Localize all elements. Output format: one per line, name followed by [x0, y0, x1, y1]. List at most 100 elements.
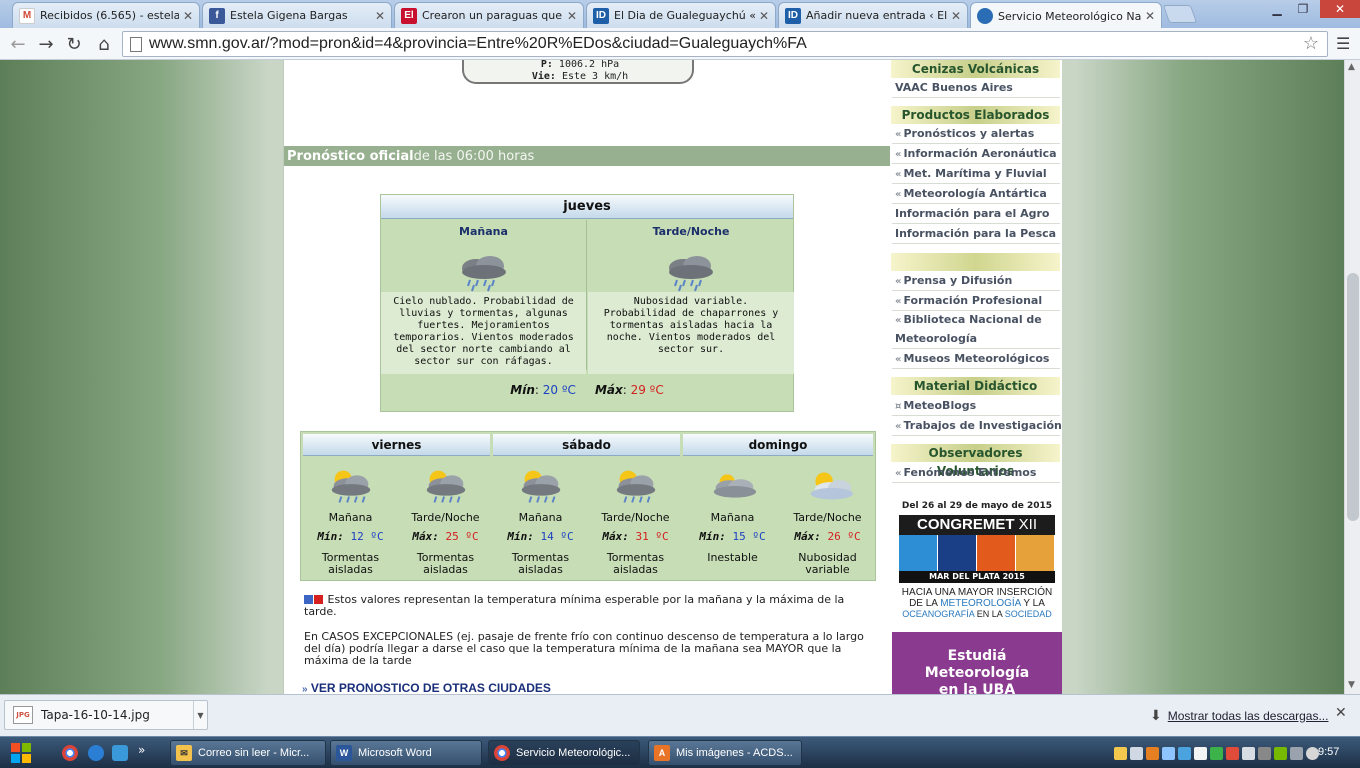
close-icon[interactable]: ✕: [1145, 9, 1155, 23]
download-item[interactable]: JPG Tapa-16-10-14.jpg ▼: [4, 700, 208, 730]
banner-tiles: [899, 535, 1055, 571]
sidebar-item-pronosticos[interactable]: «Pronósticos y alertas: [892, 124, 1060, 144]
clipboard-tray-icon[interactable]: [1194, 746, 1207, 760]
tab-strip: M Recibidos (6.565) - estelagig✕ f Estel…: [0, 0, 1360, 29]
download-filename: Tapa-16-10-14.jpg: [41, 708, 150, 722]
sidebar: Cenizas Volcánicas VAAC Buenos Aires Pro…: [891, 60, 1062, 694]
reload-icon[interactable]: ↻: [62, 32, 86, 56]
forward-icon[interactable]: →: [34, 32, 58, 56]
close-shelf-icon[interactable]: ✕: [1335, 705, 1347, 721]
day-header: viernes: [303, 434, 490, 456]
today-day-title: jueves: [381, 195, 793, 219]
usb-icon[interactable]: [1258, 746, 1271, 760]
smn-icon: [977, 8, 993, 24]
sidebar-item-prensa[interactable]: «Prensa y Difusión: [892, 271, 1060, 291]
tab-gmail[interactable]: M Recibidos (6.565) - estelagig✕: [12, 2, 200, 28]
address-bar[interactable]: www.smn.gov.ar/?mod=pron&id=4&provincia=…: [122, 31, 1328, 57]
temp-label: Máx:: [602, 530, 629, 543]
mail-tray-icon[interactable]: [1114, 746, 1127, 760]
sidebar-item-maritima[interactable]: «Met. Marítima y Fluvial: [892, 164, 1060, 184]
taskbar-chrome[interactable]: Servicio Meteorológic...: [488, 740, 640, 766]
sidebar-item-aeronautica[interactable]: «Información Aeronáutica: [892, 144, 1060, 164]
other-cities-link[interactable]: » VER PRONOSTICO DE OTRAS CIUDADES: [302, 681, 551, 694]
sidebar-item-biblioteca[interactable]: «Biblioteca Nacional de Meteorología: [892, 311, 1060, 349]
acdsee-icon: A: [654, 745, 670, 761]
app-tray-icon[interactable]: [1146, 746, 1159, 760]
dropbox-icon[interactable]: [1162, 746, 1175, 760]
tab-smn[interactable]: Servicio Meteorológico Nacio✕: [970, 2, 1162, 29]
close-icon[interactable]: ✕: [567, 9, 577, 23]
maximize-icon[interactable]: ❐: [1288, 0, 1318, 18]
close-icon[interactable]: ✕: [183, 9, 193, 23]
doc-tray-icon[interactable]: [1130, 746, 1143, 760]
chevron-down-icon[interactable]: ▼: [193, 701, 207, 729]
chrome-icon[interactable]: [62, 745, 78, 761]
sidebar-item-fenomenos[interactable]: «Fenómenos Extremos: [892, 463, 1060, 483]
sun-cloud-icon: [899, 535, 938, 571]
menu-icon[interactable]: ☰: [1336, 34, 1350, 53]
sidebar-item-vaac[interactable]: VAAC Buenos Aires: [892, 78, 1060, 98]
tools-tray-icon[interactable]: [1290, 746, 1303, 760]
forecast-condition: Tormentas aisladas: [416, 551, 475, 576]
sidebar-header-productos: Productos Elaborados: [891, 106, 1060, 124]
blog-icon: ¤: [895, 401, 902, 412]
page-icon: [130, 37, 142, 52]
taskbar-acdsee[interactable]: A Mis imágenes - ACDS...: [648, 740, 802, 766]
gmail-icon: M: [19, 7, 35, 24]
antivirus-icon[interactable]: [1226, 746, 1239, 760]
sidebar-item-pesca[interactable]: Información para la Pesca: [892, 224, 1060, 244]
tab-eldia[interactable]: ID El Dia de Gualeguaychú « To✕: [586, 2, 776, 28]
sidebar-header-blank: [891, 253, 1060, 271]
close-icon[interactable]: ✕: [759, 9, 769, 23]
ie-alt-icon[interactable]: [112, 745, 128, 761]
scrollbar-thumb[interactable]: [1347, 273, 1359, 521]
forecast-period: Tarde/Noche: [601, 511, 670, 524]
show-all-downloads-link[interactable]: ⬇ Mostrar todas las descargas...: [1150, 707, 1328, 724]
sidebar-item-agro[interactable]: Información para el Agro: [892, 204, 1060, 224]
close-window-icon[interactable]: ✕: [1320, 0, 1360, 18]
home-icon[interactable]: ⌂: [92, 32, 116, 56]
sidebar-item-museos[interactable]: «Museos Meteorológicos: [892, 349, 1060, 369]
taskbar-outlook[interactable]: ✉ Correo sin leer - Micr...: [170, 740, 326, 766]
scroll-down-icon[interactable]: ▼: [1348, 680, 1355, 690]
scroll-up-icon[interactable]: ▲: [1348, 62, 1355, 72]
network-icon[interactable]: [1210, 746, 1223, 760]
ie-icon[interactable]: [88, 745, 104, 761]
tab-paraguas[interactable]: El Crearon un paraguas que fre✕: [394, 2, 584, 28]
nvidia-icon[interactable]: [1274, 746, 1287, 760]
sidebar-item-trabajos[interactable]: «Trabajos de Investigación: [892, 416, 1062, 436]
sidebar-item-antartica[interactable]: «Meteorología Antártica: [892, 184, 1060, 204]
page-viewport: P: 1006.2 hPa Vie: Este 3 km/h Pronóstic…: [0, 60, 1344, 694]
forecast-header: Pronóstico oficial de las 06:00 horas: [284, 146, 890, 166]
new-tab-button[interactable]: [1162, 5, 1198, 23]
taskbar-word[interactable]: W Microsoft Word: [330, 740, 482, 766]
sidebar-header-observadores: Observadores Voluntarios: [891, 444, 1060, 478]
start-button[interactable]: [4, 739, 38, 767]
bookmark-star-icon[interactable]: ☆: [1303, 33, 1319, 54]
sidebar-item-formacion[interactable]: «Formación Profesional: [892, 291, 1060, 311]
tab-nueva-entrada[interactable]: ID Añadir nueva entrada ‹ El Di ✕: [778, 2, 968, 28]
close-icon[interactable]: ✕: [375, 9, 385, 23]
congremet-banner[interactable]: Del 26 al 29 de mayo de 2015 CONGREMET X…: [892, 496, 1062, 628]
sidebar-item-meteoblogs[interactable]: ¤ MeteoBlogs: [892, 396, 1060, 416]
close-icon[interactable]: ✕: [951, 9, 961, 23]
forecast-condition: Tormentas aisladas: [606, 551, 665, 576]
more-quicklaunch-icon[interactable]: »: [138, 743, 145, 757]
uba-banner[interactable]: Estudiá Meteorología en la UBA: [892, 632, 1062, 694]
forecast-period: Mañana: [710, 511, 755, 524]
url-text: www.smn.gov.ar/?mod=pron&id=4&provincia=…: [149, 35, 807, 52]
day-header: sábado: [493, 434, 680, 456]
temp-label: Mín:: [699, 530, 726, 543]
extended-forecast: viernes sábado domingo Mañana Mín: 12 ºC T…: [300, 431, 876, 581]
exceptional-cases-note: En CASOS EXCEPCIONALES (ej. pasaje de fr…: [304, 630, 864, 667]
vertical-scrollbar[interactable]: ▲ ▼: [1344, 60, 1360, 694]
today-morning-description: Cielo nublado. Probabilidad de lluvias y…: [381, 292, 586, 374]
storm-icon: [616, 470, 655, 503]
day-header: domingo: [683, 434, 873, 456]
tab-facebook[interactable]: f Estela Gigena Bargas ✕: [202, 2, 392, 28]
back-icon[interactable]: ←: [6, 32, 30, 56]
volume-icon[interactable]: [1242, 746, 1255, 760]
main-content: P: 1006.2 hPa Vie: Este 3 km/h Pronóstic…: [283, 60, 891, 694]
clock[interactable]: 9:57: [1318, 746, 1339, 758]
skype-icon[interactable]: [1178, 746, 1191, 760]
